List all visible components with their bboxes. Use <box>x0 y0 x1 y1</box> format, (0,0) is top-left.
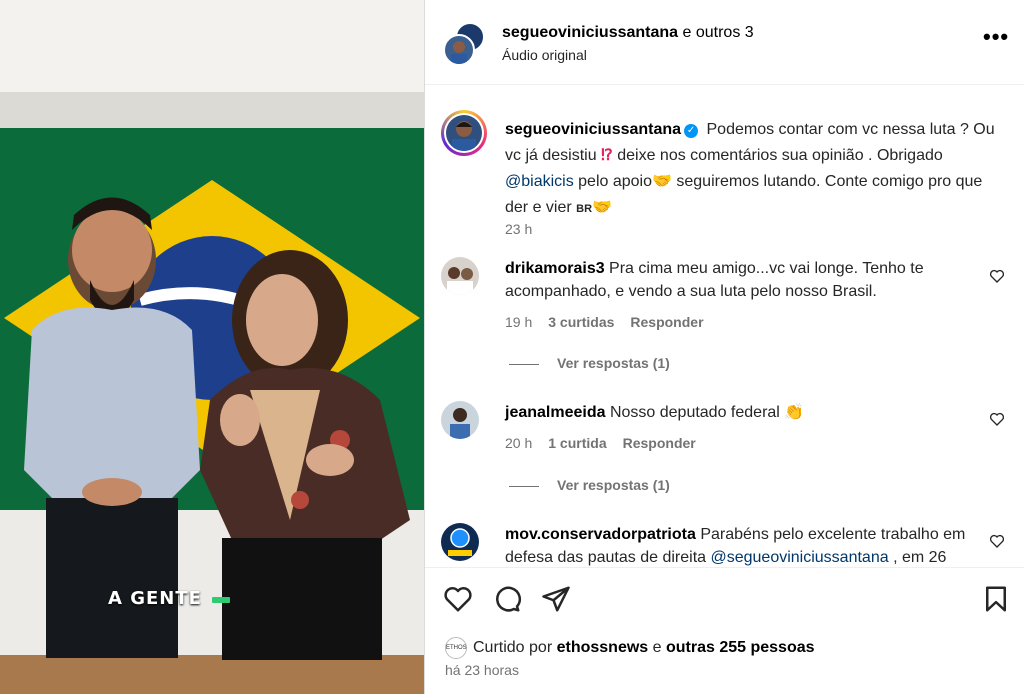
view-replies-button[interactable]: Ver respostas (1) <box>509 477 670 493</box>
avatar[interactable] <box>441 401 479 439</box>
liker-avatar[interactable]: ETHOS <box>445 637 467 659</box>
like-comment-heart-icon[interactable] <box>989 411 1005 427</box>
exclamation-question-emoji: ⁉ <box>601 147 613 164</box>
comment-meta: 20 h 1 curtida Responder <box>505 435 712 451</box>
comments-section[interactable]: segueoviniciussantana ✓ Podemos contar co… <box>425 85 1024 567</box>
header-username-link[interactable]: segueoviniciussantana <box>502 24 678 41</box>
header-username-line: segueoviniciussantana e outros 3 <box>502 24 754 42</box>
caption-text: segueoviniciussantana ✓ Podemos contar co… <box>505 117 995 222</box>
avatar <box>443 34 475 66</box>
comment-time: 20 h <box>505 435 533 451</box>
post-panel: segueoviniciussantana e outros 3 Áudio o… <box>425 0 1024 694</box>
replies-line <box>509 485 539 487</box>
comment-likes-count[interactable]: 3 curtidas <box>548 314 614 330</box>
comment-meta: 19 h 3 curtidas Responder <box>505 314 720 330</box>
brazil-flag-emoji: BR <box>576 203 593 215</box>
post-header: segueoviniciussantana e outros 3 Áudio o… <box>425 0 1024 85</box>
avatar[interactable] <box>441 257 479 295</box>
comment-text: mov.conservadorpatriota Parabéns pelo ex… <box>505 523 975 567</box>
collab-avatars[interactable] <box>443 22 485 66</box>
caption-body-2: deixe nos comentários sua opinião . Obri… <box>612 147 943 164</box>
view-replies-label: Ver respostas (1) <box>557 355 670 371</box>
caption-body-3: pelo apoio <box>573 173 652 190</box>
more-options-button[interactable]: ••• <box>983 26 1009 48</box>
original-audio-link[interactable]: Áudio original <box>502 47 587 63</box>
view-replies-button[interactable]: Ver respostas (1) <box>509 355 670 371</box>
comment-username[interactable]: mov.conservadorpatriota <box>505 526 696 543</box>
video-subtitle: A GENTE <box>108 588 202 609</box>
story-ring[interactable] <box>441 110 487 156</box>
comment-text: drikamorais3 Pra cima meu amigo...vc vai… <box>505 257 975 303</box>
others-likes-link[interactable]: outras 255 pessoas <box>666 639 815 656</box>
caption-timestamp: 23 h <box>505 221 533 237</box>
caption-username[interactable]: segueoviniciussantana <box>505 121 681 138</box>
like-comment-heart-icon[interactable] <box>989 268 1005 284</box>
liked-by-line: ETHOS Curtido por ethossnews e outras 255… <box>445 637 815 659</box>
view-replies-label: Ver respostas (1) <box>557 477 670 493</box>
clapping-emoji: 👏 <box>784 404 805 421</box>
comment-bubble-icon[interactable] <box>492 584 522 614</box>
subtitle-tag <box>212 597 230 603</box>
share-send-icon[interactable] <box>541 584 571 614</box>
handshake-emoji: 🤝 <box>652 173 672 190</box>
post-actions: ETHOS Curtido por ethossnews e outras 255… <box>425 567 1024 695</box>
and-others: e outros 3 <box>682 24 754 41</box>
handshake-emoji: 🤝 <box>592 199 612 216</box>
replies-line <box>509 363 539 365</box>
comment-username[interactable]: jeanalmeeida <box>505 404 606 421</box>
comment-username[interactable]: drikamorais3 <box>505 260 605 277</box>
mention-link[interactable]: @biakicis <box>505 173 574 190</box>
reel-video[interactable]: A GENTE <box>0 0 424 694</box>
liker-username[interactable]: ethossnews <box>557 639 649 656</box>
avatar <box>446 115 482 151</box>
comment-time: 19 h <box>505 314 533 330</box>
like-comment-heart-icon[interactable] <box>989 533 1005 549</box>
reply-button[interactable]: Responder <box>623 435 696 451</box>
verified-badge-icon: ✓ <box>684 124 699 138</box>
comment-text: jeanalmeeida Nosso deputado federal 👏 <box>505 401 975 424</box>
comment-body: Nosso deputado federal <box>605 404 785 421</box>
liked-by-label: Curtido por <box>473 639 557 657</box>
like-heart-icon[interactable] <box>443 584 473 614</box>
comment-body-tail: , em 26 <box>888 549 947 566</box>
liked-by-and: e <box>648 639 666 657</box>
comment-likes-count[interactable]: 1 curtida <box>548 435 606 451</box>
mention-link[interactable]: @segueoviniciussantana <box>710 549 888 566</box>
video-frame <box>0 0 424 694</box>
reply-button[interactable]: Responder <box>630 314 703 330</box>
avatar[interactable] <box>441 523 479 561</box>
save-bookmark-icon[interactable] <box>981 584 1011 614</box>
post-timestamp: há 23 horas <box>445 662 519 678</box>
